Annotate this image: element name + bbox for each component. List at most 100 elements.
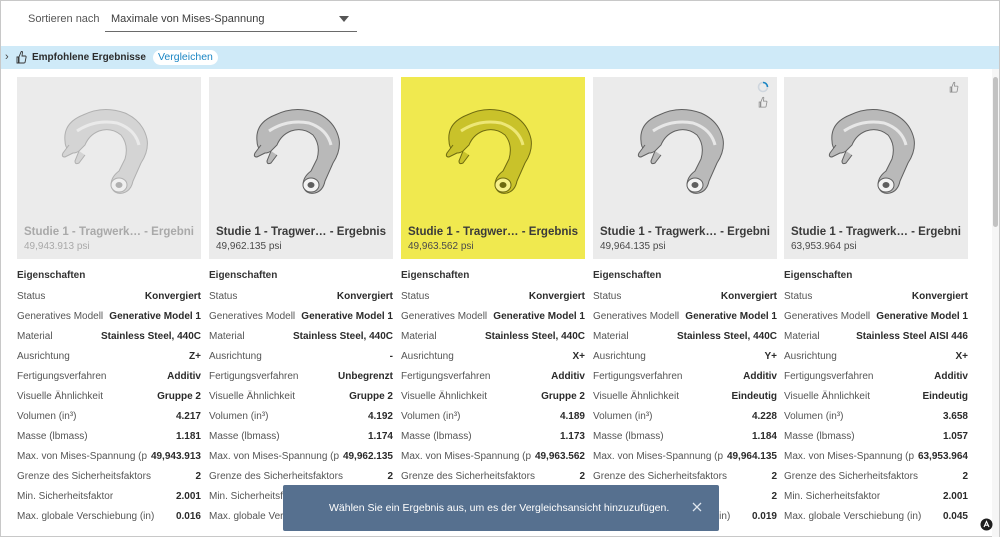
property-value: Konvergiert (144, 291, 201, 302)
result-thumbnail[interactable] (784, 77, 968, 219)
property-label: Volumen (in³) (17, 411, 77, 422)
result-name-box[interactable]: Studie 1 - Tragwerk… - Ergebnis 5 49,964.… (593, 219, 777, 259)
property-row: Grenze des Sicherheitsfaktors 2 (784, 468, 968, 488)
property-label: Material (401, 331, 437, 342)
property-value: Konvergiert (336, 291, 393, 302)
result-title: Studie 1 - Tragwer… - Ergebnis 10 (216, 226, 386, 238)
property-row: Status Konvergiert (17, 288, 201, 308)
property-row: Fertigungsverfahren Additiv (17, 368, 201, 388)
property-value: 2 (771, 471, 777, 482)
property-value: 49,963.562 (534, 451, 585, 462)
property-value: Eindeutig (922, 391, 968, 402)
property-label: Volumen (in³) (209, 411, 269, 422)
property-label: Masse (lbmass) (784, 431, 855, 442)
result-thumbnail[interactable] (593, 77, 777, 219)
property-row: Material Stainless Steel, 440C (17, 328, 201, 348)
vertical-scrollbar[interactable] (992, 69, 999, 537)
property-row: Visuelle Ähnlichkeit Gruppe 2 (401, 388, 585, 408)
scrollbar-thumb[interactable] (993, 77, 998, 227)
sort-dropdown-value: Maximale von Mises-Spannung (111, 13, 265, 25)
property-label: Generatives Modell (17, 311, 104, 322)
property-row: Masse (lbmass) 1.057 (784, 428, 968, 448)
result-name-box[interactable]: Studie 1 - Tragwer… - Ergebnis 12 49,963.… (401, 219, 585, 259)
property-label: Status (17, 291, 46, 302)
property-row: Fertigungsverfahren Additiv (593, 368, 777, 388)
thumb-icons (948, 81, 962, 96)
part-model-image (445, 109, 532, 194)
property-label: Ausrichtung (209, 351, 262, 362)
property-row: Generatives Modell Generative Model 1 (17, 308, 201, 328)
property-label: Status (401, 291, 430, 302)
property-row: Ausrichtung Y+ (593, 348, 777, 368)
property-label: Fertigungsverfahren (17, 371, 107, 382)
property-row: Generatives Modell Generative Model 1 (401, 308, 585, 328)
result-thumbnail[interactable] (17, 77, 201, 219)
property-value: Y+ (764, 351, 777, 362)
property-value: Stainless Steel, 440C (100, 331, 201, 342)
property-value: 4.228 (751, 411, 777, 422)
property-label: Material (593, 331, 629, 342)
properties-heading: Eigenschaften (209, 270, 278, 281)
recommended-results-bar: › Empfohlene Ergebnisse Vergleichen (1, 46, 999, 69)
property-row: Min. Sicherheitsfaktor 2.001 (17, 488, 201, 508)
property-row: Generatives Modell Generative Model 1 (209, 308, 393, 328)
result-thumbnail[interactable] (209, 77, 393, 219)
result-card[interactable]: Studie 1 - Tragwerk… - Ergebnis 9 49,943.… (17, 77, 201, 528)
property-value: Gruppe 2 (349, 391, 393, 402)
sort-label: Sortieren nach (28, 13, 100, 25)
sort-dropdown[interactable]: Maximale von Mises-Spannung (105, 7, 357, 32)
result-max-stress: 49,964.135 psi (600, 241, 666, 252)
result-name-box[interactable]: Studie 1 - Tragwerk… - Ergebnis 6 63,953.… (784, 219, 968, 259)
property-value: Konvergiert (528, 291, 585, 302)
property-label: Fertigungsverfahren (401, 371, 491, 382)
property-value: X+ (955, 351, 968, 362)
result-name-box[interactable]: Studie 1 - Tragwerk… - Ergebnis 9 49,943.… (17, 219, 201, 259)
thumbs-up-icon[interactable] (757, 96, 769, 108)
result-card[interactable]: Studie 1 - Tragwer… - Ergebnis 10 49,962.… (209, 77, 393, 528)
property-row: Masse (lbmass) 1.184 (593, 428, 777, 448)
property-label: Generatives Modell (593, 311, 680, 322)
property-row: Status Konvergiert (784, 288, 968, 308)
property-label: Material (209, 331, 245, 342)
result-name-box[interactable]: Studie 1 - Tragwer… - Ergebnis 10 49,962.… (209, 219, 393, 259)
property-label: Ausrichtung (401, 351, 454, 362)
result-card[interactable]: Studie 1 - Tragwerk… - Ergebnis 5 49,964.… (593, 77, 777, 528)
result-card[interactable]: Studie 1 - Tragwer… - Ergebnis 12 49,963.… (401, 77, 585, 528)
property-label: Visuelle Ähnlichkeit (593, 391, 679, 402)
property-value: - (389, 351, 393, 362)
property-label: Masse (lbmass) (593, 431, 664, 442)
property-label: Generatives Modell (401, 311, 488, 322)
property-value: Generative Model 1 (685, 311, 777, 322)
property-label: Max. von Mises-Spannung (p… (401, 451, 531, 462)
property-row: Status Konvergiert (209, 288, 393, 308)
property-label: Max. globale Verschiebung (in) (784, 511, 922, 522)
property-value: Konvergiert (720, 291, 777, 302)
property-row: Status Konvergiert (593, 288, 777, 308)
result-thumbnail[interactable] (401, 77, 585, 219)
properties-heading: Eigenschaften (401, 270, 470, 281)
property-row: Ausrichtung X+ (401, 348, 585, 368)
chevron-right-icon[interactable]: › (5, 51, 9, 63)
property-value: Stainless Steel AISI 446 (856, 331, 968, 342)
close-icon[interactable] (691, 501, 703, 513)
part-model-image (61, 109, 148, 194)
property-value: Additiv (934, 371, 968, 382)
property-label: Ausrichtung (593, 351, 646, 362)
property-value: Gruppe 2 (541, 391, 585, 402)
property-value: 1.174 (367, 431, 393, 442)
property-row: Ausrichtung X+ (784, 348, 968, 368)
property-label: Grenze des Sicherheitsfaktors (784, 471, 918, 482)
compare-button[interactable]: Vergleichen (153, 50, 218, 65)
property-value: 1.057 (942, 431, 968, 442)
property-value: 49,943.913 (150, 451, 201, 462)
property-row: Generatives Modell Generative Model 1 (784, 308, 968, 328)
property-value: Stainless Steel, 440C (484, 331, 585, 342)
property-row: Fertigungsverfahren Unbegrenzt (209, 368, 393, 388)
property-label: Fertigungsverfahren (784, 371, 874, 382)
result-card[interactable]: Studie 1 - Tragwerk… - Ergebnis 6 63,953.… (784, 77, 968, 528)
property-value: Z+ (189, 351, 201, 362)
thumbs-up-icon[interactable] (948, 81, 960, 93)
help-icon[interactable] (980, 518, 993, 531)
property-row: Material Stainless Steel, 440C (401, 328, 585, 348)
property-value: Generative Model 1 (301, 311, 393, 322)
